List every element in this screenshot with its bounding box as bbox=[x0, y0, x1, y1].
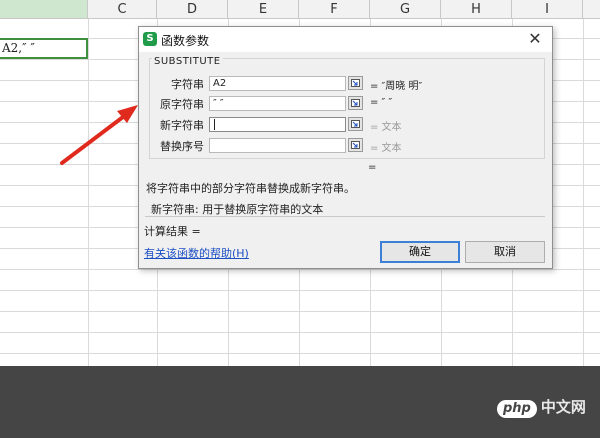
gridline bbox=[0, 353, 600, 354]
arg-result-old-text: = ″ ″ bbox=[370, 97, 393, 108]
parameter-description: 新字符串: 用于替换原字符串的文本 bbox=[151, 203, 324, 216]
column-header-d[interactable]: D bbox=[157, 0, 228, 19]
arg-label-instance-num: 替换序号 bbox=[160, 140, 204, 153]
arg-label-old-text: 原字符串 bbox=[160, 98, 204, 111]
arg-result-new-text: = 文本 bbox=[370, 122, 402, 133]
collapse-dialog-button[interactable] bbox=[348, 76, 363, 90]
arg-input-instance-num[interactable] bbox=[209, 138, 346, 153]
column-header-e[interactable]: E bbox=[228, 0, 299, 19]
cancel-button[interactable]: 取消 bbox=[465, 241, 545, 263]
active-cell[interactable]: A2,″ ″ bbox=[0, 38, 88, 59]
arg-input-text[interactable]: A2 bbox=[209, 76, 346, 91]
help-link[interactable]: 有关该函数的帮助(H) bbox=[144, 245, 249, 261]
collapse-dialog-icon bbox=[351, 79, 360, 87]
arg-result-instance-num: = 文本 bbox=[370, 143, 402, 154]
gridline bbox=[0, 269, 600, 270]
arg-label-new-text: 新字符串 bbox=[160, 119, 204, 132]
arg-result-text: = ″周晓 明″ bbox=[370, 81, 423, 92]
arg-input-old-text[interactable]: ″ ″ bbox=[209, 96, 346, 111]
dialog-titlebar[interactable]: S 函数参数 ✕ bbox=[139, 27, 552, 52]
gridline bbox=[0, 290, 600, 291]
collapse-dialog-icon bbox=[351, 99, 360, 107]
function-description: 将字符串中的部分字符串替换成新字符串。 bbox=[146, 182, 355, 195]
collapse-dialog-icon bbox=[351, 120, 360, 128]
arg-label-text: 字符串 bbox=[171, 78, 204, 91]
watermark-badge: php bbox=[497, 400, 537, 418]
collapse-dialog-button[interactable] bbox=[348, 117, 363, 131]
gridline bbox=[0, 332, 600, 333]
column-header-c[interactable]: C bbox=[88, 0, 157, 19]
collapse-dialog-button[interactable] bbox=[348, 96, 363, 110]
calculation-result: 计算结果 = bbox=[144, 225, 201, 238]
divider bbox=[145, 216, 545, 217]
dialog-title: 函数参数 bbox=[161, 34, 210, 48]
arg-input-new-text[interactable] bbox=[209, 117, 346, 132]
ok-button[interactable]: 确定 bbox=[380, 241, 460, 263]
column-header-corner bbox=[0, 0, 88, 19]
close-button[interactable]: ✕ bbox=[524, 29, 546, 49]
app-logo-icon: S bbox=[143, 32, 157, 46]
text-caret bbox=[214, 118, 215, 130]
gridline bbox=[0, 311, 600, 312]
column-header-i[interactable]: I bbox=[512, 0, 583, 19]
watermark-text: 中文网 bbox=[540, 398, 586, 416]
gridline bbox=[583, 19, 584, 366]
column-header-f[interactable]: F bbox=[299, 0, 370, 19]
collapse-dialog-button[interactable] bbox=[348, 138, 363, 152]
formula-result: = bbox=[368, 162, 377, 173]
column-header-g[interactable]: G bbox=[370, 0, 441, 19]
gridline bbox=[88, 19, 89, 366]
collapse-dialog-icon bbox=[351, 141, 360, 149]
column-header-next[interactable] bbox=[583, 0, 600, 19]
column-header-h[interactable]: H bbox=[441, 0, 512, 19]
watermark: php 中文网 bbox=[497, 396, 593, 420]
function-arguments-dialog: S 函数参数 ✕ SUBSTITUTE 字符串 A2 = ″周晓 明″ 原字符串… bbox=[138, 26, 553, 269]
function-name: SUBSTITUTE bbox=[152, 56, 223, 67]
